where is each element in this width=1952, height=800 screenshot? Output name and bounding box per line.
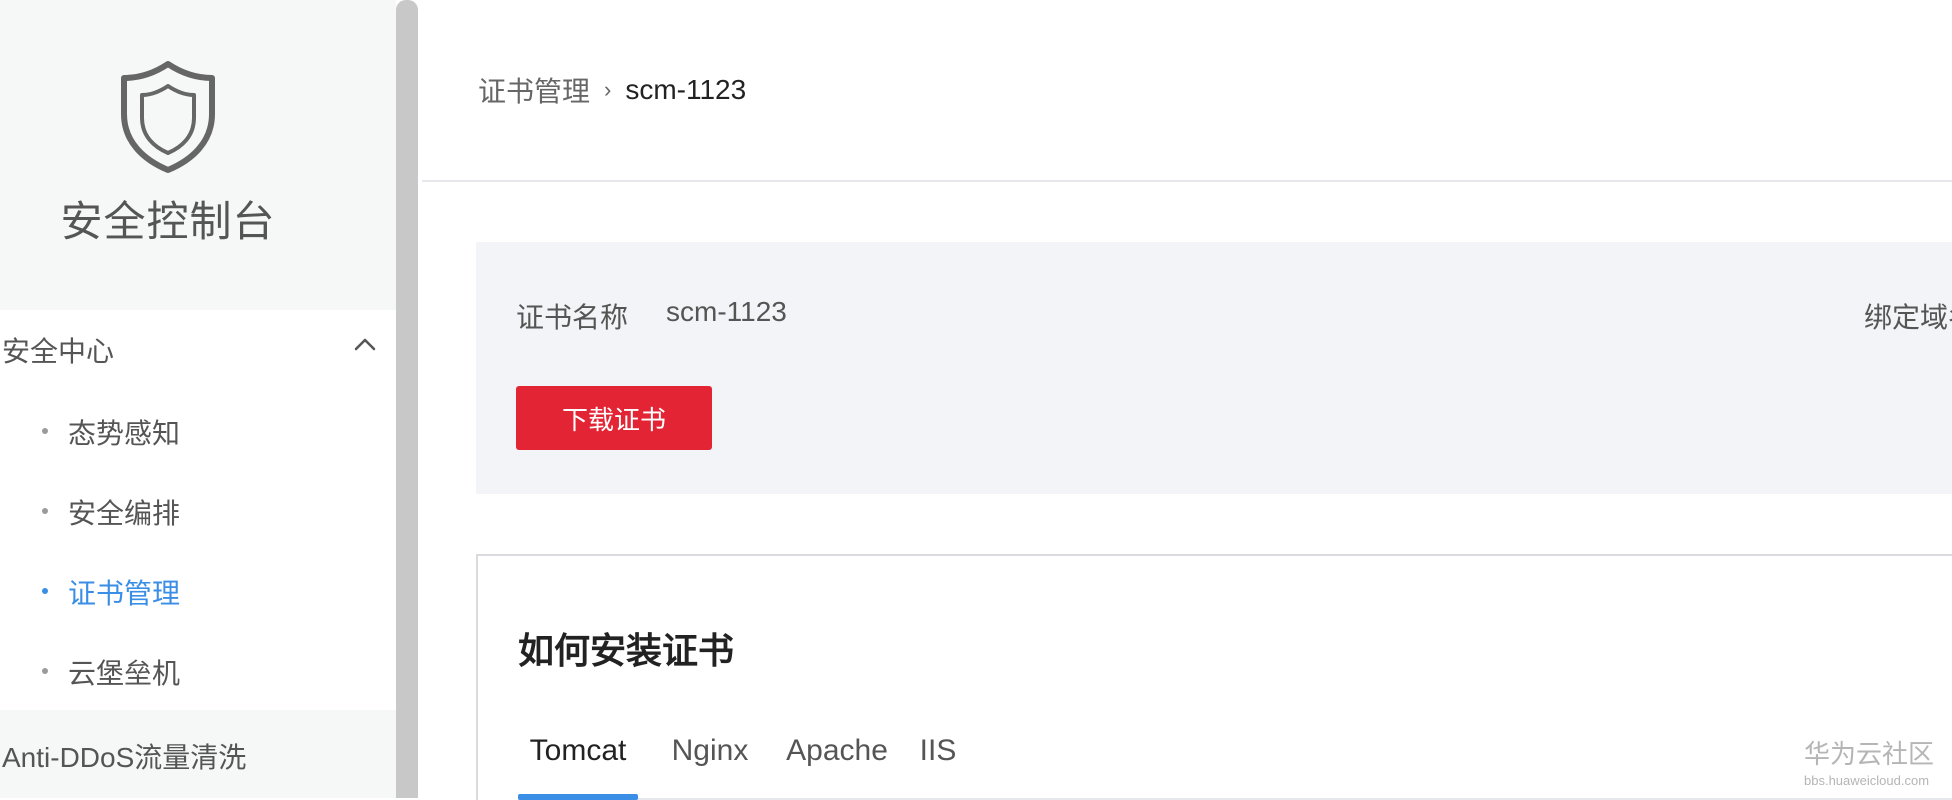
tab-nginx[interactable]: Nginx	[668, 734, 752, 796]
chevron-up-icon[interactable]	[354, 336, 376, 352]
bullet-dot	[42, 588, 48, 594]
nav-group-label: Anti-DDoS流量清洗	[2, 742, 247, 773]
bullet-dot	[42, 428, 48, 434]
bullet-dot	[42, 508, 48, 514]
shield-icon	[121, 61, 215, 173]
server-tabs: Tomcat Nginx Apache IIS	[518, 734, 1952, 800]
install-guide-title: 如何安装证书	[518, 630, 735, 671]
console-title: 安全控制台	[60, 198, 276, 245]
tab-apache[interactable]: Apache	[782, 734, 892, 796]
watermark-url: bbs.huaweicloud.com	[1804, 773, 1930, 788]
bullet-dot	[42, 668, 48, 674]
sidebar-item-label: 安全编排	[68, 498, 181, 529]
download-certificate-button[interactable]: 下载证书	[516, 386, 712, 450]
breadcrumb: 证书管理 › scm-1123	[478, 70, 746, 110]
nav-group-security-center[interactable]: 安全中心	[0, 310, 396, 390]
sidebar-item-situation-awareness[interactable]: 态势感知	[0, 390, 396, 470]
sidebar-item-label: 态势感知	[68, 418, 181, 449]
sidebar-item-label: 云堡垒机	[68, 658, 181, 689]
breadcrumb-current: scm-1123	[625, 74, 747, 105]
nav-group-anti-ddos[interactable]: Anti-DDoS流量清洗	[0, 710, 396, 798]
sidebar-item-security-orchestration[interactable]: 安全编排	[0, 470, 396, 550]
sidebar-item-certificate-management[interactable]: 证书管理	[0, 550, 396, 630]
install-guide-panel: 如何安装证书 Tomcat Nginx Apache IIS	[476, 554, 1952, 800]
sidebar: 安全控制台 安全中心 态势感知 安全编排 证书管理 云堡垒机 Anti-DDoS…	[0, 0, 396, 798]
sidebar-item-label: 证书管理	[68, 578, 181, 609]
cert-name-value: scm-1123	[666, 296, 787, 327]
brand-area: 安全控制台	[0, 0, 396, 310]
watermark-text: 华为云社区	[1804, 739, 1935, 769]
cert-name-label: 证书名称	[516, 302, 629, 333]
sidebar-scrollbar[interactable]	[396, 0, 418, 798]
header-divider	[422, 180, 1952, 182]
breadcrumb-link-certificate-management[interactable]: 证书管理	[478, 70, 590, 110]
main-content: 证书管理 › scm-1123 证书名称 scm-1123 绑定域名 下载证书 …	[418, 0, 1952, 800]
chevron-right-icon: ›	[604, 77, 612, 102]
sidebar-item-cloud-bastion[interactable]: 云堡垒机	[0, 630, 396, 710]
watermark: 华为云社区 bbs.huaweicloud.com	[1804, 734, 1934, 788]
nav-group-label: 安全中心	[2, 336, 115, 367]
bound-domain-label: 绑定域名	[1864, 302, 1952, 333]
tab-iis[interactable]: IIS	[918, 734, 958, 796]
tab-tomcat[interactable]: Tomcat	[518, 734, 638, 800]
certificate-info-card: 证书名称 scm-1123 绑定域名 下载证书	[476, 242, 1952, 494]
